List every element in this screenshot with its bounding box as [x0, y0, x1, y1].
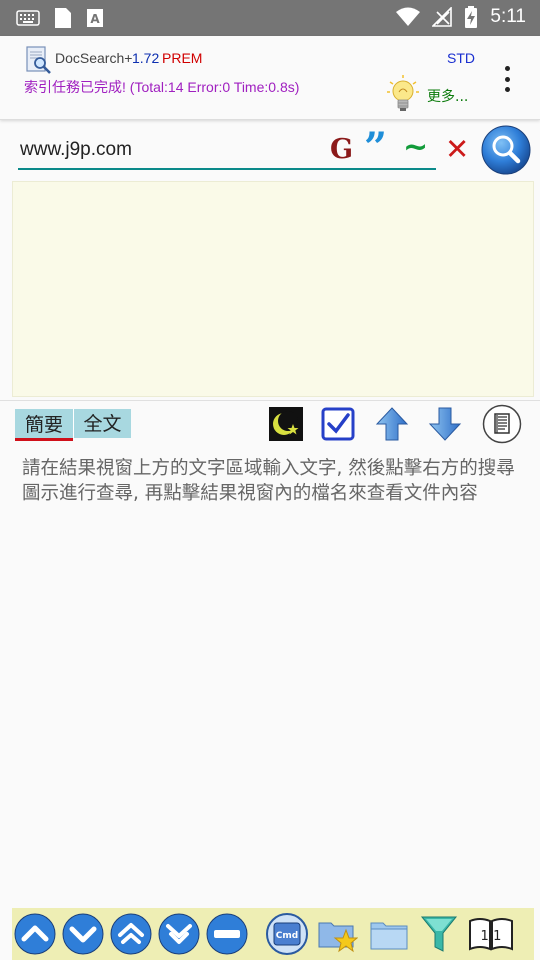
app-edition: PREM — [162, 50, 203, 66]
more-button[interactable]: 更多... — [427, 86, 468, 106]
cmd-label: Cmd — [276, 931, 298, 941]
results-pane[interactable] — [12, 181, 534, 397]
filter-icon[interactable] — [418, 913, 460, 955]
scroll-top-icon[interactable] — [14, 913, 56, 955]
keyboard-icon — [16, 10, 40, 26]
app-name: DocSearch+ — [55, 50, 133, 66]
folder-icon[interactable] — [368, 913, 410, 955]
page-up-icon[interactable] — [110, 913, 152, 955]
exact-phrase-button[interactable]: ” — [364, 128, 387, 168]
sim-card-icon — [55, 8, 71, 28]
no-signal-icon — [432, 7, 453, 27]
google-search-button[interactable]: G — [330, 134, 353, 165]
favorites-folder-icon[interactable] — [316, 913, 358, 955]
std-mode-button[interactable]: STD — [447, 50, 475, 66]
scroll-down-icon[interactable] — [62, 913, 104, 955]
page-counter-icon[interactable]: 1/1 — [466, 913, 516, 955]
bottom-toolbar: Cmd 1/1 — [12, 908, 534, 960]
overflow-menu-icon[interactable] — [498, 66, 516, 92]
usage-hint: 請在結果視窗上方的文字區域輸入文字, 然後點擊右方的搜尋圖示進行查尋, 再點擊結… — [22, 458, 515, 504]
status-bar: A 5:11 — [0, 0, 540, 36]
font-a-icon: A — [87, 9, 103, 27]
collapse-icon[interactable] — [206, 913, 248, 955]
lightbulb-icon[interactable] — [386, 74, 420, 114]
previous-match-icon[interactable] — [374, 406, 410, 442]
app-version: 1.72 — [132, 50, 160, 66]
command-icon[interactable]: Cmd — [266, 913, 308, 955]
next-match-icon[interactable] — [427, 406, 463, 442]
fuzzy-search-button[interactable]: ~ — [403, 130, 428, 165]
tab-full-text[interactable]: 全文 — [73, 409, 131, 438]
document-view-icon[interactable] — [482, 404, 522, 444]
status-message: 索引任務已完成! (Total:14 Error:0 Time:0.8s) — [24, 79, 300, 95]
clear-button[interactable]: ✕ — [445, 132, 469, 166]
search-icon[interactable] — [481, 125, 531, 175]
page-counter-label: 1/1 — [481, 929, 502, 944]
app-header: DocSearch+ 1.72 PREM STD 索引任務已完成! (Total… — [0, 36, 540, 120]
page-down-icon[interactable] — [158, 913, 200, 955]
tab-summary[interactable]: 簡要 — [15, 409, 73, 441]
app-logo-icon — [26, 46, 51, 74]
wifi-icon — [396, 7, 421, 26]
svg-text:A: A — [90, 12, 100, 26]
view-toolbar: 簡要 全文 — [0, 400, 540, 444]
night-mode-icon[interactable] — [268, 406, 304, 442]
clock: 5:11 — [490, 6, 526, 27]
select-checkbox-icon[interactable] — [320, 406, 356, 442]
search-row: G ” ~ ✕ — [0, 122, 540, 178]
battery-charging-icon — [465, 6, 478, 28]
